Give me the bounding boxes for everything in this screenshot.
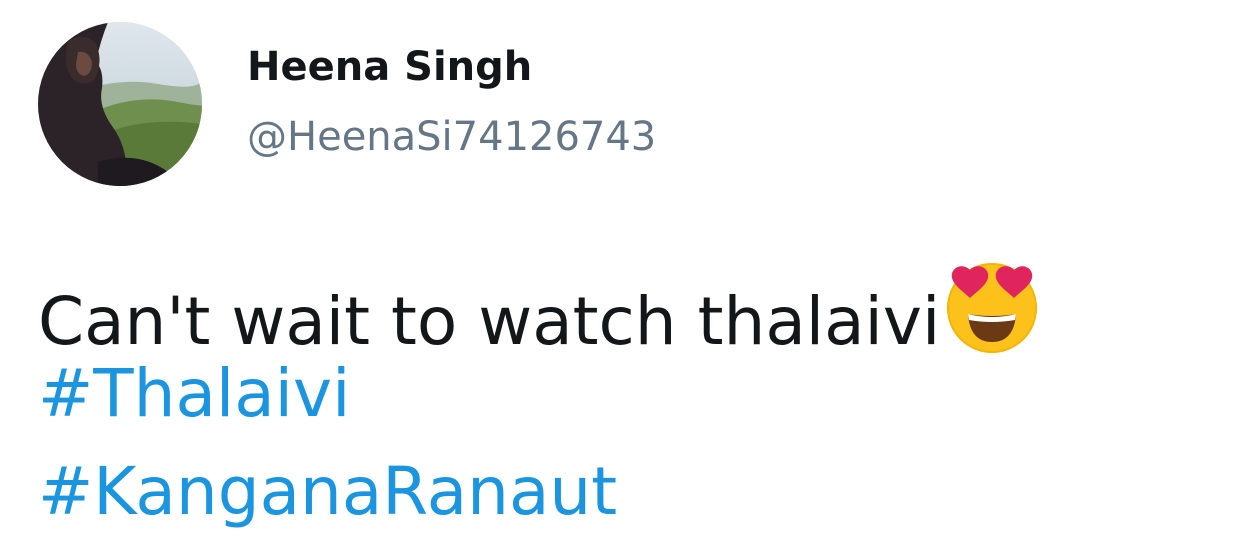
avatar[interactable] — [38, 22, 202, 186]
tweet-card: Heena Singh @HeenaSi74126743 Can't wait … — [0, 0, 1254, 556]
heart-eyes-emoji-icon — [944, 256, 1040, 356]
hashtag-line: #KanganaRanaut — [38, 452, 1040, 550]
hashtag-link-thalaivi[interactable]: #Thalaivi — [38, 355, 350, 432]
user-handle[interactable]: @HeenaSi74126743 — [247, 110, 656, 164]
tweet-text-content: Can't wait to watch thalaivi — [38, 283, 941, 360]
hashtag-line: #Thalaivi — [38, 354, 1040, 452]
hashtag-link-kanganaranaut[interactable]: #KanganaRanaut — [38, 453, 617, 530]
avatar-photo — [38, 22, 202, 186]
tweet-text: Can't wait to watch thalaivi #Thalaivi #… — [38, 256, 1040, 550]
display-name[interactable]: Heena Singh — [247, 40, 532, 94]
tweet-text-line: Can't wait to watch thalaivi — [38, 256, 1040, 360]
